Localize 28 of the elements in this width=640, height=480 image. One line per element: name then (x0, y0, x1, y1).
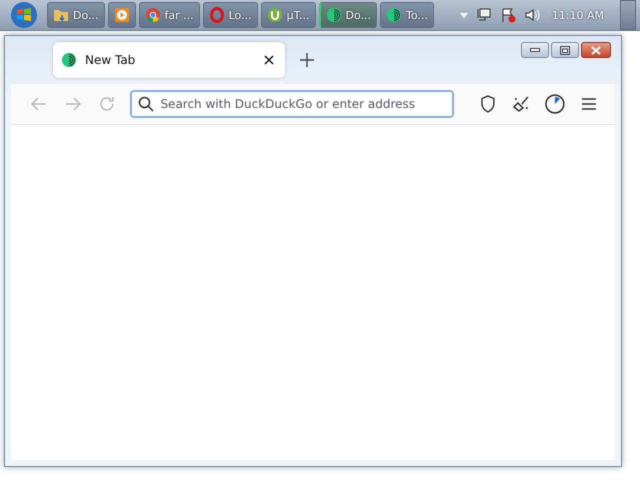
taskbar-button[interactable]: far ... (138, 2, 200, 28)
ring-icon (208, 7, 225, 23)
play-icon (114, 7, 130, 23)
close-icon (591, 46, 601, 54)
onion-icon (326, 7, 342, 23)
browser-icon (144, 7, 160, 23)
maximize-button[interactable] (551, 42, 579, 58)
taskbar-button[interactable]: µT... (260, 2, 316, 28)
minimize-icon (530, 48, 540, 52)
folder-icon (53, 7, 69, 23)
network-icon[interactable] (476, 7, 492, 23)
speaker-icon[interactable] (524, 7, 540, 23)
taskbar-button[interactable]: Lo... (202, 2, 258, 28)
taskbar-button[interactable]: Do... (318, 2, 377, 28)
close-button[interactable] (581, 42, 611, 58)
taskbar-button[interactable]: To... (380, 2, 434, 28)
address-field[interactable]: Search with DuckDuckGo or enter address (130, 90, 454, 118)
taskbar-button[interactable]: Do... (47, 2, 104, 28)
browser-tab[interactable]: New Tab (53, 42, 285, 78)
gauge-icon[interactable] (543, 92, 568, 116)
flag-icon[interactable] (500, 7, 516, 23)
maximize-icon (560, 46, 570, 54)
onion-icon (61, 52, 77, 68)
taskbar-button[interactable] (108, 2, 136, 28)
minimize-button[interactable] (521, 42, 549, 58)
torrent-icon (266, 7, 283, 23)
clock[interactable]: 11:10 AM (552, 8, 604, 22)
onion-icon (386, 7, 402, 23)
